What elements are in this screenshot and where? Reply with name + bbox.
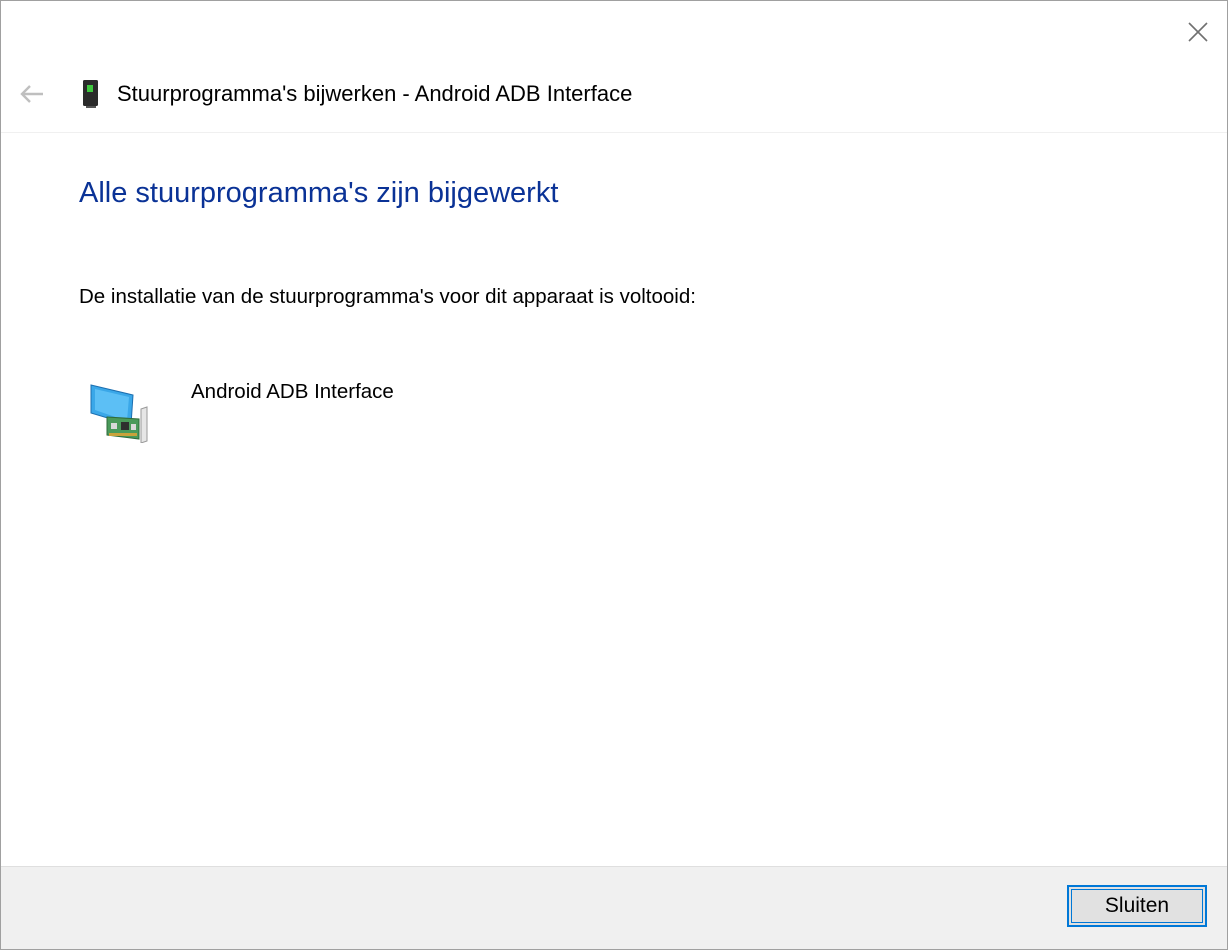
status-description: De installatie van de stuurprogramma's v… [79, 285, 696, 308]
close-button[interactable]: Sluiten [1067, 885, 1207, 927]
title-divider [1, 132, 1227, 133]
page-heading: Alle stuurprogramma's zijn bijgewerkt [79, 177, 559, 209]
back-arrow-icon [20, 85, 43, 103]
device-name: Android ADB Interface [191, 380, 394, 403]
device-list-item: Android ADB Interface [79, 373, 679, 445]
close-button-label: Sluiten [1104, 894, 1170, 917]
dialog-footer: Sluiten [1, 866, 1227, 949]
update-driver-dialog: Stuurprogramma's bijwerken - Android ADB… [0, 0, 1228, 950]
close-window-button[interactable] [1179, 13, 1217, 51]
network-adapter-icon [90, 384, 148, 443]
dialog-title: Stuurprogramma's bijwerken - Android ADB… [117, 81, 633, 106]
mobile-device-icon [83, 80, 98, 108]
close-icon [1188, 22, 1208, 42]
back-button[interactable] [15, 79, 49, 109]
title-row: Stuurprogramma's bijwerken - Android ADB… [1, 71, 1227, 119]
